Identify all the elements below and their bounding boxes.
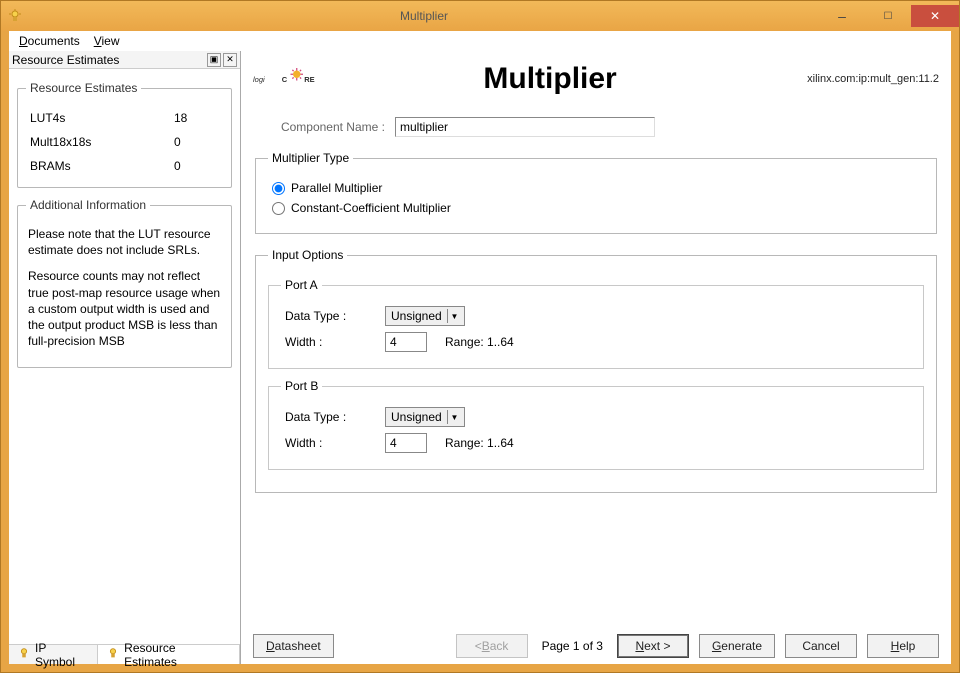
input-options-legend: Input Options <box>268 248 347 262</box>
window-frame: Multiplier Documents View Resource Estim… <box>0 0 960 673</box>
select-value: Unsigned <box>391 309 442 323</box>
datasheet-button[interactable]: Datasheet <box>253 634 334 658</box>
panel-pin-icon[interactable]: ▣ <box>207 53 221 67</box>
multiplier-type-legend: Multiplier Type <box>268 151 353 165</box>
help-button[interactable]: Help <box>867 634 939 658</box>
side-tabstrip: IP Symbol Resource Estimates <box>9 644 240 664</box>
width-range: Range: 1..64 <box>445 436 514 450</box>
maximize-button[interactable] <box>865 5 911 27</box>
app-icon <box>7 8 23 24</box>
cancel-button[interactable]: Cancel <box>785 634 857 658</box>
table-row: LUT4s 18 <box>28 107 221 129</box>
panel-title: Resource Estimates <box>12 53 119 67</box>
svg-text:logi: logi <box>253 74 265 83</box>
table-row: BRAMs 0 <box>28 155 221 177</box>
width-range: Range: 1..64 <box>445 335 514 349</box>
table-row: Mult18x18s 0 <box>28 131 221 153</box>
resource-estimates-legend: Resource Estimates <box>26 81 141 95</box>
est-name: LUT4s <box>28 107 152 129</box>
side-panel: Resource Estimates ▣ ✕ Resource Estimate… <box>9 51 241 664</box>
back-button[interactable]: < Back <box>456 634 528 658</box>
wizard-button-bar: Datasheet < Back Page 1 of 3 Next > Gene… <box>241 628 951 664</box>
titlebar[interactable]: Multiplier <box>1 1 959 31</box>
port-a-legend: Port A <box>281 278 322 292</box>
ip-identifier: xilinx.com:ip:mult_gen:11.2 <box>807 73 939 85</box>
component-name-input[interactable] <box>395 117 655 137</box>
port-a-data-type-select[interactable]: Unsigned <box>385 306 465 326</box>
tab-ip-symbol[interactable]: IP Symbol <box>9 645 98 664</box>
data-type-label: Data Type : <box>285 309 375 323</box>
est-name: BRAMs <box>28 155 152 177</box>
client-area: Documents View Resource Estimates ▣ ✕ Re… <box>9 31 951 664</box>
generate-button[interactable]: Generate <box>699 634 775 658</box>
tab-resource-estimates[interactable]: Resource Estimates <box>98 645 240 664</box>
window-title: Multiplier <box>29 9 819 23</box>
svg-text:C: C <box>282 74 288 83</box>
main-panel: logi C RE <box>241 51 951 664</box>
port-b-width-input[interactable] <box>385 433 427 453</box>
resource-estimates-group: Resource Estimates LUT4s 18 Mult18x18s 0 <box>17 81 232 188</box>
radio-label: Constant-Coefficient Multiplier <box>291 201 451 215</box>
width-label: Width : <box>285 436 375 450</box>
bulb-icon <box>17 646 31 663</box>
bulb-icon <box>106 646 120 663</box>
page-indicator: Page 1 of 3 <box>538 639 607 653</box>
est-value: 18 <box>154 107 221 129</box>
minimize-button[interactable] <box>819 5 865 27</box>
tab-label: Resource Estimates <box>124 641 231 669</box>
info-paragraph: Please note that the LUT resource estima… <box>28 226 221 258</box>
menu-documents-label: ocuments <box>28 34 80 48</box>
input-options-group: Input Options Port A Data Type : Unsigne… <box>255 248 937 493</box>
port-a-group: Port A Data Type : Unsigned Width : <box>268 278 924 369</box>
port-b-legend: Port B <box>281 379 322 393</box>
menu-view-label: iew <box>102 34 120 48</box>
menu-bar: Documents View <box>9 31 951 51</box>
info-paragraph: Resource counts may not reflect true pos… <box>28 268 221 349</box>
tab-label: IP Symbol <box>35 641 89 669</box>
component-name-label: Component Name : <box>255 120 385 134</box>
menu-documents[interactable]: Documents <box>13 33 86 49</box>
est-name: Mult18x18s <box>28 131 152 153</box>
est-value: 0 <box>154 155 221 177</box>
multiplier-type-group: Multiplier Type Parallel Multiplier Cons… <box>255 151 937 234</box>
close-button[interactable] <box>911 5 959 27</box>
menu-view[interactable]: View <box>88 33 126 49</box>
next-button[interactable]: Next > <box>617 634 689 658</box>
page-title: Multiplier <box>305 62 795 96</box>
radio-parallel-multiplier[interactable] <box>272 182 285 195</box>
additional-info-legend: Additional Information <box>26 198 150 212</box>
radio-constant-coefficient-multiplier[interactable] <box>272 202 285 215</box>
radio-label: Parallel Multiplier <box>291 181 382 195</box>
port-a-width-input[interactable] <box>385 332 427 352</box>
main-header: logi C RE <box>241 51 951 107</box>
width-label: Width : <box>285 335 375 349</box>
panel-header[interactable]: Resource Estimates ▣ ✕ <box>9 51 240 69</box>
data-type-label: Data Type : <box>285 410 375 424</box>
panel-close-icon[interactable]: ✕ <box>223 53 237 67</box>
chevron-down-icon <box>447 410 461 424</box>
port-b-data-type-select[interactable]: Unsigned <box>385 407 465 427</box>
additional-info-group: Additional Information Please note that … <box>17 198 232 368</box>
est-value: 0 <box>154 131 221 153</box>
port-b-group: Port B Data Type : Unsigned Width : <box>268 379 924 470</box>
chevron-down-icon <box>447 309 461 323</box>
select-value: Unsigned <box>391 410 442 424</box>
